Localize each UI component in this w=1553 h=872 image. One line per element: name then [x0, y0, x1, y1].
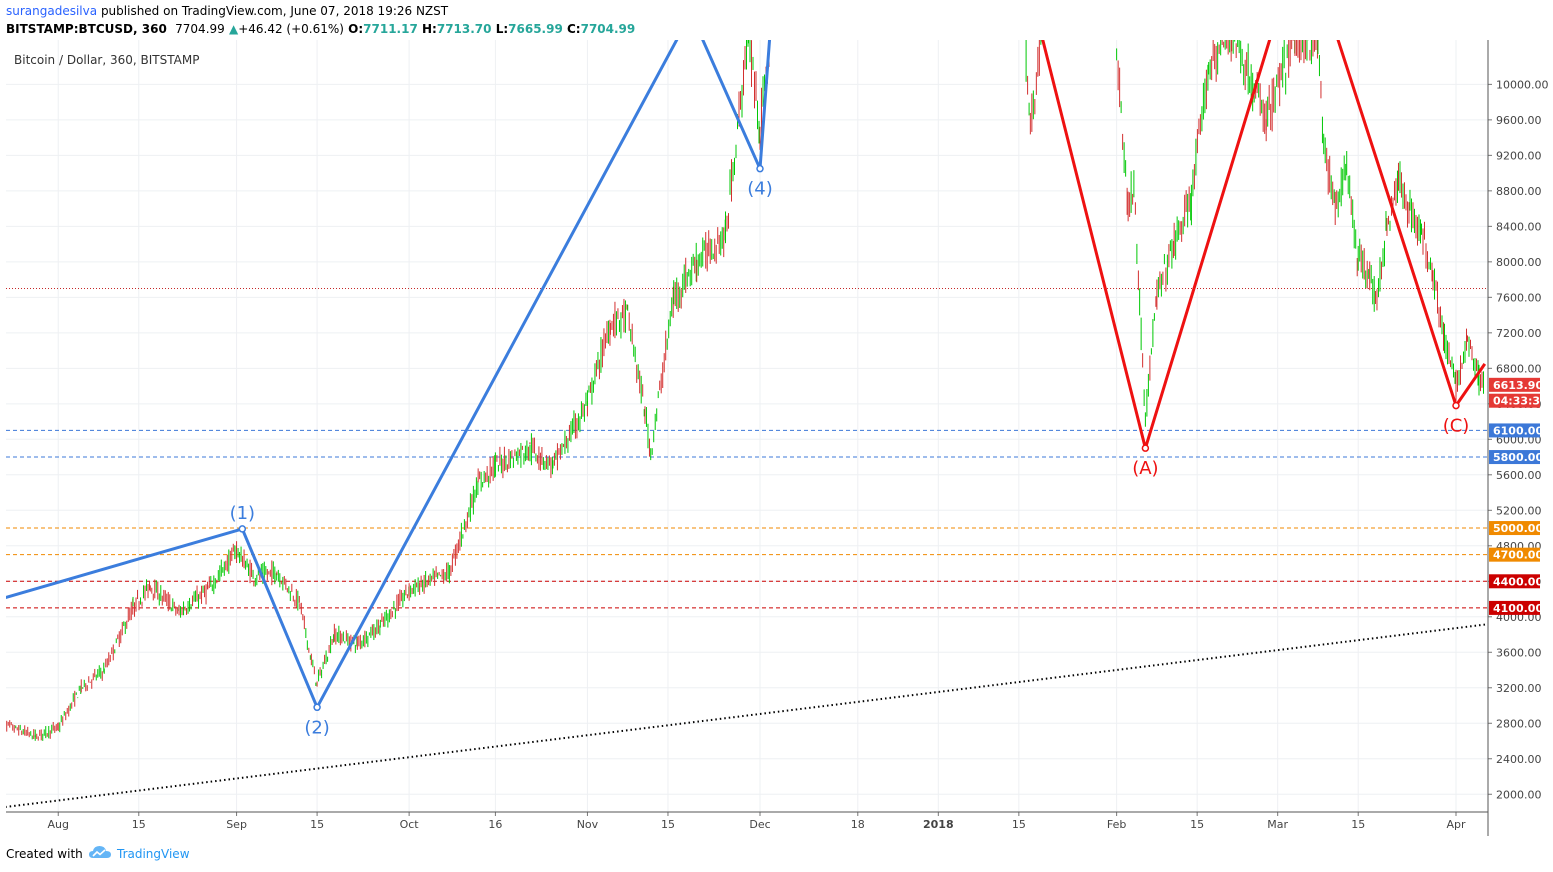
- close-value: 7704.99: [580, 22, 636, 36]
- up-triangle-icon: ▲: [228, 22, 239, 36]
- y-tick-label: 5600.00: [1496, 469, 1542, 482]
- open-value: 7711.17: [363, 22, 418, 36]
- chart-header: surangadesilva published on TradingView.…: [0, 0, 1553, 40]
- tradingview-cloud-icon[interactable]: [88, 844, 112, 862]
- y-tick-label: 6800.00: [1496, 362, 1542, 375]
- x-tick-label: Dec: [749, 818, 770, 831]
- chart-area[interactable]: (1) (2) (4) (A) (C) Bitcoin / Dollar, 360, B…: [0, 40, 1553, 836]
- y-tick-label: 9200.00: [1496, 149, 1542, 162]
- low-value: 7665.99: [508, 22, 563, 36]
- x-tick-label: 15: [1012, 818, 1026, 831]
- y-tick-label: 9600.00: [1496, 114, 1542, 127]
- wave-label: (1): [230, 503, 256, 524]
- price-label: 4400.00: [1493, 575, 1543, 588]
- wave-pivot-handle[interactable]: [1452, 401, 1460, 410]
- x-tick-label: Mar: [1267, 818, 1288, 831]
- wave-label: (2): [304, 717, 330, 738]
- low-label: L:: [495, 22, 509, 36]
- price-label: 6100.00: [1493, 424, 1543, 437]
- x-tick-label: Apr: [1446, 818, 1466, 831]
- high-label: H:: [422, 22, 437, 36]
- y-tick-label: 10000.00: [1496, 78, 1549, 91]
- last-price: 7704.99: [175, 22, 225, 36]
- wave-label: (4): [747, 179, 773, 200]
- wave-pivot-handle[interactable]: [238, 525, 247, 533]
- y-tick-label: 3600.00: [1496, 646, 1542, 659]
- wave-pivot-handle[interactable]: [313, 703, 321, 712]
- y-tick-label: 5200.00: [1496, 504, 1542, 517]
- y-tick-label: 8400.00: [1496, 220, 1542, 233]
- price-label: 4100.00: [1493, 602, 1543, 615]
- x-tick-label: 15: [310, 818, 324, 831]
- y-tick-label: 8800.00: [1496, 185, 1542, 198]
- x-tick-label: Aug: [48, 818, 69, 831]
- x-tick-label: Feb: [1107, 818, 1126, 831]
- x-tick-label: 15: [132, 818, 146, 831]
- publish-info: published on TradingView.com, June 07, 2…: [100, 4, 449, 18]
- wave-pivot-handle[interactable]: [1141, 444, 1150, 452]
- wave-label: (C): [1443, 416, 1470, 437]
- price-chart[interactable]: (1) (2) (4) (A) (C) Bitcoin / Dollar, 360, B…: [0, 40, 1553, 836]
- wave-pivot-handle[interactable]: [756, 164, 764, 173]
- y-tick-label: 2000.00: [1496, 788, 1542, 801]
- chart-title: Bitcoin / Dollar, 360, BITSTAMP: [14, 53, 199, 67]
- symbol-label: BITSTAMP:BTCUSD, 360: [6, 22, 167, 36]
- change-value: +46.42 (+0.61%): [238, 22, 344, 36]
- footer: Created with TradingView: [0, 838, 1553, 872]
- x-tick-label: 16: [488, 818, 502, 831]
- close-label: C:: [566, 22, 581, 36]
- x-tick-label: 15: [661, 818, 675, 831]
- x-tick-label: 15: [1190, 818, 1204, 831]
- price-label: 04:33:31: [1493, 395, 1548, 408]
- x-tick-label: 2018: [923, 818, 954, 831]
- price-label: 4700.00: [1493, 549, 1543, 562]
- wave-label: (A): [1132, 458, 1158, 479]
- x-tick-label: 15: [1351, 818, 1365, 831]
- x-tick-label: Oct: [400, 818, 420, 831]
- y-tick-label: 2400.00: [1496, 753, 1542, 766]
- x-tick-label: Nov: [577, 818, 599, 831]
- tradingview-link[interactable]: TradingView: [117, 847, 190, 861]
- open-label: O:: [348, 22, 364, 36]
- ohlc-line: BITSTAMP:BTCUSD, 360 7704.99 ▲+46.42 (+0…: [6, 22, 635, 36]
- x-tick-label: Sep: [226, 818, 247, 831]
- y-tick-label: 7200.00: [1496, 327, 1542, 340]
- price-label: 5000.00: [1493, 522, 1543, 535]
- high-value: 7713.70: [436, 22, 492, 36]
- publish-line: surangadesilva published on TradingView.…: [6, 4, 448, 18]
- price-label: 6613.90: [1493, 379, 1543, 392]
- y-tick-label: 7600.00: [1496, 291, 1542, 304]
- y-tick-label: 8000.00: [1496, 256, 1542, 269]
- y-tick-label: 3200.00: [1496, 682, 1542, 695]
- price-label: 5800.00: [1493, 451, 1543, 464]
- author-link[interactable]: surangadesilva: [6, 4, 97, 18]
- created-with-text: Created with: [6, 847, 83, 861]
- x-tick-label: 18: [851, 818, 865, 831]
- y-tick-label: 2800.00: [1496, 717, 1542, 730]
